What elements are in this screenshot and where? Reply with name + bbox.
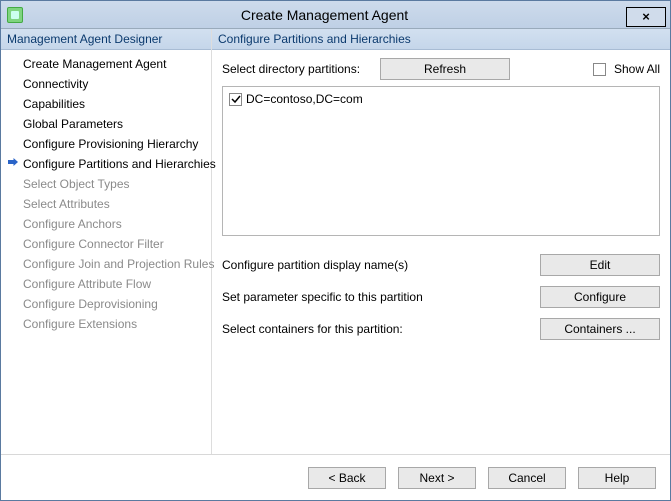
help-button[interactable]: Help <box>578 467 656 489</box>
main-panel: Configure Partitions and Hierarchies Sel… <box>212 29 670 454</box>
sidebar-item-label: Configure Provisioning Hierarchy <box>23 137 198 151</box>
sidebar-item[interactable]: Capabilities <box>3 94 209 114</box>
back-button[interactable]: < Back <box>308 467 386 489</box>
panel-header: Configure Partitions and Hierarchies <box>212 29 670 50</box>
showall-option[interactable]: Show All <box>593 62 660 76</box>
close-icon: × <box>642 9 650 24</box>
sidebar-item-label: Configure Extensions <box>23 317 137 331</box>
option-row: Set parameter specific to this partition… <box>222 286 660 308</box>
option-button[interactable]: Containers ... <box>540 318 660 340</box>
sidebar-list: Create Management Agent Connectivity Capab… <box>1 54 211 334</box>
sidebar-item-label: Configure Deprovisioning <box>23 297 158 311</box>
sidebar-item[interactable]: Configure Anchors <box>3 214 209 234</box>
sidebar-item[interactable]: Connectivity <box>3 74 209 94</box>
sidebar-item[interactable]: Configure Join and Projection Rules <box>3 254 209 274</box>
wizard-footer: < Back Next > Cancel Help <box>1 454 670 500</box>
sidebar-item-label: Configure Join and Projection Rules <box>23 257 214 271</box>
panel-body: Select directory partitions: Refresh Sho… <box>212 50 670 454</box>
option-row: Configure partition display name(s)Edit <box>222 254 660 276</box>
option-button[interactable]: Configure <box>540 286 660 308</box>
sidebar-item-label: Configure Attribute Flow <box>23 277 151 291</box>
content-area: Management Agent Designer Create Managem… <box>1 29 670 454</box>
titlebar: Create Management Agent × <box>1 1 670 29</box>
sidebar-item-label: Select Object Types <box>23 177 130 191</box>
sidebar-item[interactable]: Create Management Agent <box>3 54 209 74</box>
check-icon <box>231 94 241 104</box>
option-row: Select containers for this partition:Con… <box>222 318 660 340</box>
partitions-toolbar: Select directory partitions: Refresh Sho… <box>222 58 660 80</box>
sidebar-item[interactable]: Global Parameters <box>3 114 209 134</box>
showall-checkbox[interactable] <box>593 63 606 76</box>
sidebar-item[interactable]: Configure Extensions <box>3 314 209 334</box>
refresh-button[interactable]: Refresh <box>380 58 510 80</box>
showall-label: Show All <box>614 62 660 76</box>
partitions-listbox[interactable]: DC=contoso,DC=com <box>222 86 660 236</box>
sidebar-item[interactable]: Configure Partitions and Hierarchies <box>3 154 209 174</box>
sidebar-header: Management Agent Designer <box>1 29 211 50</box>
window-title: Create Management Agent <box>23 7 626 23</box>
partition-label: DC=contoso,DC=com <box>246 92 363 106</box>
partition-options: Configure partition display name(s)EditS… <box>222 254 660 340</box>
sidebar-item[interactable]: Select Attributes <box>3 194 209 214</box>
close-button[interactable]: × <box>626 7 666 27</box>
option-label: Set parameter specific to this partition <box>222 290 540 304</box>
sidebar-item[interactable]: Configure Attribute Flow <box>3 274 209 294</box>
sidebar-item[interactable]: Configure Deprovisioning <box>3 294 209 314</box>
sidebar-item-label: Capabilities <box>23 97 85 111</box>
sidebar-item-label: Configure Anchors <box>23 217 122 231</box>
partition-checkbox[interactable] <box>229 93 242 106</box>
sidebar-item-label: Connectivity <box>23 77 88 91</box>
option-button[interactable]: Edit <box>540 254 660 276</box>
sidebar-item-label: Create Management Agent <box>23 57 166 71</box>
sidebar-item-label: Configure Connector Filter <box>23 237 164 251</box>
option-label: Configure partition display name(s) <box>222 258 540 272</box>
partition-row[interactable]: DC=contoso,DC=com <box>229 91 653 107</box>
sidebar-item-label: Global Parameters <box>23 117 123 131</box>
cancel-button[interactable]: Cancel <box>488 467 566 489</box>
next-button[interactable]: Next > <box>398 467 476 489</box>
select-partitions-label: Select directory partitions: <box>222 62 372 76</box>
sidebar-item-label: Select Attributes <box>23 197 110 211</box>
sidebar-item[interactable]: Configure Provisioning Hierarchy <box>3 134 209 154</box>
sidebar-item[interactable]: Select Object Types <box>3 174 209 194</box>
option-label: Select containers for this partition: <box>222 322 540 336</box>
sidebar-item[interactable]: Configure Connector Filter <box>3 234 209 254</box>
sidebar-item-label: Configure Partitions and Hierarchies <box>23 157 216 171</box>
app-icon <box>7 7 23 23</box>
sidebar: Management Agent Designer Create Managem… <box>1 29 212 454</box>
